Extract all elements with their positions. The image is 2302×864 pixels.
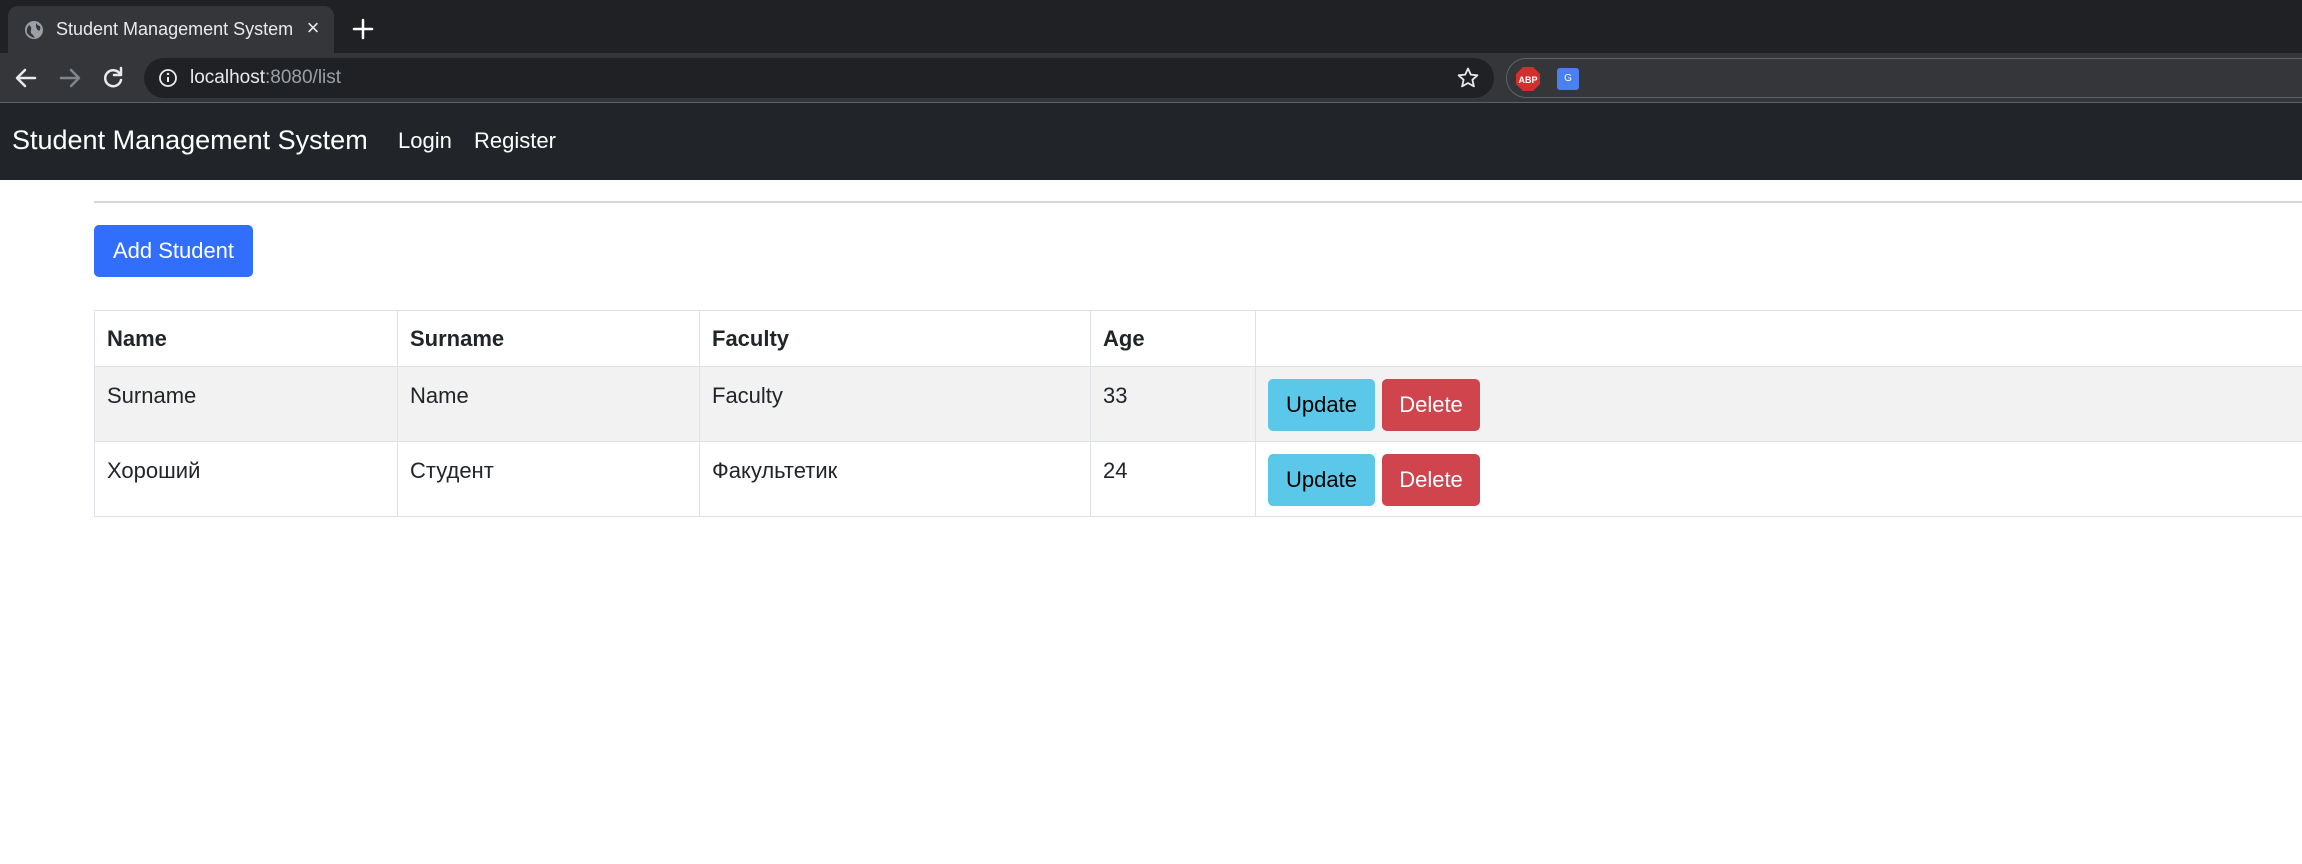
cell-name: Surname	[95, 367, 398, 441]
abp-icon[interactable]: ABP	[1515, 66, 1541, 92]
reload-icon[interactable]	[100, 65, 126, 91]
navbar-brand[interactable]: Student Management System	[12, 125, 368, 156]
bookmark-star-icon[interactable]	[1456, 66, 1480, 90]
cell-age-text: 24	[1103, 458, 1128, 483]
add-student-button[interactable]: Add Student	[94, 225, 253, 277]
cell-faculty-text: Faculty	[712, 383, 783, 408]
browser-tabstrip: Student Management System ×	[0, 0, 2302, 53]
browser-toolbar: localhost:8080/list ABP G	[0, 53, 2302, 103]
cell-actions: Update Delete	[1256, 442, 2302, 516]
new-tab-icon[interactable]	[350, 16, 376, 42]
students-table: Name Surname Faculty Age Surname Name Fa…	[94, 310, 2302, 517]
update-button[interactable]: Update	[1268, 379, 1375, 431]
table-row: Surname Name Faculty 33 Update Delete	[95, 367, 2302, 442]
globe-icon	[25, 21, 43, 39]
site-navbar: Student Management System Login Register	[0, 103, 2302, 180]
tab-title: Student Management System	[56, 19, 294, 39]
extension-icon[interactable]: G	[1557, 68, 1579, 90]
forward-arrow-icon[interactable]	[57, 65, 83, 91]
column-header-faculty: Faculty	[700, 311, 1091, 366]
url-path: :8080/list	[265, 67, 342, 88]
browser-tab[interactable]: Student Management System ×	[8, 6, 334, 53]
table-header-row: Name Surname Faculty Age	[95, 311, 2302, 367]
cell-faculty: Faculty	[700, 367, 1091, 441]
svg-text:ABP: ABP	[1518, 75, 1537, 85]
cell-name-text: Хороший	[107, 458, 201, 483]
cell-age: 33	[1091, 367, 1256, 441]
column-header-name: Name	[95, 311, 398, 366]
column-header-actions	[1256, 311, 2302, 366]
url-host: localhost	[190, 67, 265, 88]
column-header-surname: Surname	[398, 311, 700, 366]
cell-faculty-text: Факультетик	[712, 458, 838, 483]
url-text: localhost:8080/list	[190, 67, 341, 89]
cell-age: 24	[1091, 442, 1256, 516]
nav-link-register[interactable]: Register	[474, 128, 556, 154]
close-tab-icon[interactable]: ×	[302, 17, 324, 39]
cell-age-text: 33	[1103, 383, 1128, 408]
delete-button[interactable]: Delete	[1382, 454, 1480, 506]
nav-link-login[interactable]: Login	[398, 128, 452, 154]
cell-name-text: Surname	[107, 383, 197, 408]
cell-faculty: Факультетик	[700, 442, 1091, 516]
extensions-area: ABP G	[1506, 58, 2302, 98]
table-row: Хороший Студент Факультетик 24 Update De…	[95, 442, 2302, 517]
delete-button[interactable]: Delete	[1382, 379, 1480, 431]
cell-name: Хороший	[95, 442, 398, 516]
info-icon[interactable]	[158, 68, 178, 88]
update-button[interactable]: Update	[1268, 454, 1375, 506]
back-arrow-icon[interactable]	[13, 65, 39, 91]
horizontal-rule	[94, 201, 2302, 203]
cell-surname: Name	[398, 367, 700, 441]
cell-actions: Update Delete	[1256, 367, 2302, 441]
address-bar[interactable]: localhost:8080/list	[144, 58, 1494, 98]
cell-surname: Студент	[398, 442, 700, 516]
cell-surname-text: Name	[410, 383, 469, 408]
column-header-age: Age	[1091, 311, 1256, 366]
cell-surname-text: Студент	[410, 458, 494, 483]
